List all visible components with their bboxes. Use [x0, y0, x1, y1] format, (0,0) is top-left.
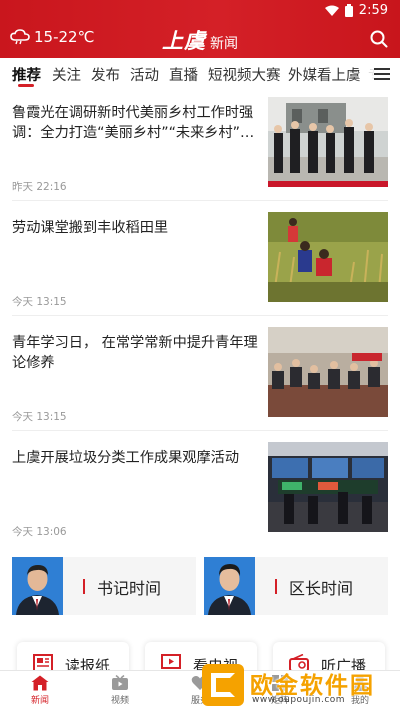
- nav-news[interactable]: 新闻: [20, 675, 60, 706]
- news-title: 劳动课堂搬到丰收稻田里: [12, 220, 169, 236]
- news-thumbnail: [268, 212, 388, 302]
- channel-tabs: 推荐 关注 发布 活动 直播 短视频大赛 外媒看上虞 专: [0, 58, 400, 92]
- cloud-rain-icon: [10, 29, 30, 45]
- status-time: 2:59: [358, 3, 388, 18]
- secretary-portrait: [12, 557, 63, 615]
- logo-script: 上虞: [162, 28, 206, 53]
- news-title: 上虞开展垃圾分类工作成果观摩活动: [12, 450, 240, 466]
- news-time: 今天 13:15: [12, 296, 67, 308]
- watermark-logo-icon: [202, 664, 244, 706]
- tab-events[interactable]: 活动: [130, 64, 159, 85]
- news-time: 昨天 22:16: [12, 181, 67, 193]
- video-icon: [112, 675, 128, 690]
- app-logo: 上虞 新闻: [162, 25, 238, 55]
- weather-temperature: 15-22℃: [34, 28, 95, 46]
- weather-widget[interactable]: 15-22℃: [10, 28, 94, 46]
- battery-icon: [344, 4, 353, 17]
- tab-short-video-contest[interactable]: 短视频大赛: [208, 64, 281, 85]
- tab-publish[interactable]: 发布: [91, 64, 120, 85]
- tab-follow[interactable]: 关注: [52, 64, 81, 85]
- news-item[interactable]: 青年学习日， 在常学常新中提升青年理论修养 今天 13:15: [12, 327, 388, 431]
- news-title: 青年学习日， 在常学常新中提升青年理论修养: [12, 335, 258, 371]
- news-item[interactable]: 劳动课堂搬到丰收稻田里 今天 13:15: [12, 212, 388, 316]
- tab-recommend[interactable]: 推荐: [12, 64, 41, 85]
- wifi-icon: [324, 5, 339, 16]
- news-time: 今天 13:06: [12, 526, 67, 538]
- news-thumbnail: [268, 442, 388, 532]
- column-label: 区长时间: [289, 579, 354, 598]
- news-item[interactable]: 上虞开展垃圾分类工作成果观摩活动 今天 13:06: [12, 442, 388, 546]
- nav-label: 视频: [110, 696, 129, 706]
- home-icon: [31, 675, 49, 691]
- nav-video[interactable]: 视频: [100, 675, 140, 706]
- search-icon[interactable]: [370, 30, 388, 48]
- menu-icon[interactable]: [374, 67, 390, 81]
- status-bar: 2:59: [0, 0, 400, 22]
- active-tab-indicator: [18, 84, 34, 87]
- tab-live[interactable]: 直播: [169, 64, 198, 85]
- column-card-secretary[interactable]: 书记时间: [12, 557, 196, 615]
- watermark-url: www.oupoujin.com: [252, 695, 346, 705]
- news-time: 今天 13:15: [12, 411, 67, 423]
- news-thumbnail: [268, 97, 388, 187]
- app-header: 2:59 15-22℃ 上虞 新闻: [0, 0, 400, 58]
- column-card-mayor[interactable]: 区长时间: [204, 557, 388, 615]
- news-title: 鲁霞光在调研新时代美丽乡村工作时强调：全力打造“美丽乡村”“未来乡村”示范…: [12, 105, 255, 141]
- news-item[interactable]: 鲁霞光在调研新时代美丽乡村工作时强调：全力打造“美丽乡村”“未来乡村”示范… 昨…: [12, 97, 388, 201]
- watermark: 欧金软件园 www.oupoujin.com: [200, 664, 396, 708]
- logo-news: 新闻: [210, 36, 238, 52]
- mayor-portrait: [204, 557, 255, 615]
- column-label: 书记时间: [97, 579, 162, 598]
- nav-label: 新闻: [30, 696, 49, 706]
- tab-foreign-media[interactable]: 外媒看上虞: [288, 64, 361, 85]
- news-thumbnail: [268, 327, 388, 417]
